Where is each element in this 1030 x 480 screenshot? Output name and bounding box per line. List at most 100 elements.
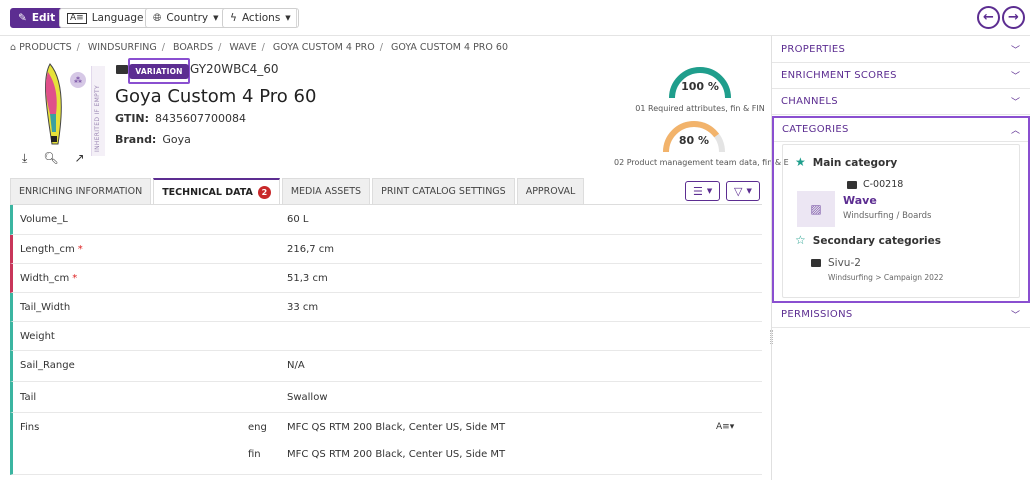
- variant-tree-icon[interactable]: ⁂: [70, 72, 86, 88]
- side-panel: PROPERTIES ﹀ ENRICHMENT SCORES ﹀ CHANNEL…: [772, 36, 1030, 480]
- table-row[interactable]: Sail_Range N/A: [10, 351, 762, 382]
- tab-approval[interactable]: APPROVAL: [516, 178, 585, 204]
- attribute-value[interactable]: 60 L: [287, 214, 308, 225]
- table-row[interactable]: Length_cm * 216,7 cm: [10, 235, 762, 264]
- language-code: fin: [248, 449, 261, 460]
- table-row[interactable]: Tail_Width 33 cm: [10, 293, 762, 322]
- enrichment-scores-section[interactable]: ENRICHMENT SCORES ﹀: [772, 63, 1030, 89]
- attribute-value[interactable]: MFC QS RTM 200 Black, Center US, Side MT: [287, 449, 505, 460]
- brand-label: Brand:: [115, 133, 157, 146]
- breadcrumb-item[interactable]: WINDSURFING: [88, 42, 157, 53]
- toolbar-divider: [296, 8, 297, 28]
- tab-count-badge: 2: [257, 185, 271, 199]
- score-management: 80 % 02 Product management team data, fi…: [614, 118, 789, 167]
- tab-media-assets[interactable]: MEDIA ASSETS: [281, 178, 371, 204]
- attribute-value[interactable]: 33 cm: [287, 302, 318, 313]
- attribute-name-text: Width_cm: [20, 273, 70, 284]
- tab-technical-data[interactable]: TECHNICAL DATA 2: [153, 178, 280, 204]
- chevron-down-icon: ﹀: [1010, 311, 1020, 321]
- country-label: Country: [166, 12, 209, 24]
- attribute-value[interactable]: 51,3 cm: [287, 273, 328, 284]
- required-marker: *: [72, 273, 78, 284]
- score-percent: 80 %: [678, 134, 710, 147]
- category-code-text: C-00218: [863, 179, 904, 190]
- attribute-value[interactable]: N/A: [287, 360, 305, 371]
- table-row[interactable]: Volume_L 60 L: [10, 205, 762, 235]
- secondary-category-label: Secondary categories: [812, 235, 941, 247]
- download-icon[interactable]: ⤓: [22, 151, 27, 166]
- category-code: C-00218: [847, 179, 903, 190]
- language-icon: A≡: [67, 12, 87, 24]
- main-category-label: Main category: [812, 157, 898, 169]
- inherited-strip: INHERITED IF EMPTY: [91, 66, 105, 156]
- zoom-icon[interactable]: 🔍︎: [43, 151, 58, 166]
- main-category-path: Windsurfing / Boards: [843, 211, 932, 221]
- attribute-name-text: Length_cm: [20, 244, 75, 255]
- main-category-heading: ★ Main category: [795, 155, 897, 169]
- breadcrumb-item[interactable]: BOARDS: [173, 42, 213, 53]
- caret-down-icon: ▼: [706, 187, 713, 195]
- page-title: Goya Custom 4 Pro 60: [115, 86, 317, 107]
- edit-button[interactable]: ✎ Edit: [10, 8, 64, 28]
- attribute-table: Volume_L 60 L Length_cm * 216,7 cm Width_…: [10, 205, 762, 475]
- secondary-category-name: Sivu-2: [828, 257, 861, 269]
- chevron-down-icon: ﹀: [1010, 98, 1020, 108]
- caret-down-icon: ▼: [285, 14, 291, 22]
- image-placeholder-icon: ▨: [797, 191, 835, 227]
- categories-header[interactable]: CATEGORIES ︿: [774, 118, 1028, 142]
- section-title: PROPERTIES: [781, 44, 846, 55]
- view-menu-button[interactable]: ☰ ▼: [685, 181, 721, 201]
- main-category-link[interactable]: Wave: [843, 194, 877, 207]
- channels-section[interactable]: CHANNELS ﹀: [772, 89, 1030, 115]
- properties-section[interactable]: PROPERTIES ﹀: [772, 37, 1030, 63]
- inherited-label: INHERITED IF EMPTY: [94, 85, 101, 152]
- tab-label: PRINT CATALOG SETTINGS: [381, 186, 506, 197]
- chevron-down-icon: ﹀: [1010, 72, 1020, 82]
- attribute-value[interactable]: Swallow: [287, 392, 328, 403]
- variation-badge: VARIATION: [129, 63, 189, 79]
- pencil-icon: ✎: [18, 12, 27, 24]
- tab-enriching-information[interactable]: ENRICHING INFORMATION: [10, 178, 152, 204]
- secondary-category-path: Windsurfing > Campaign 2022: [828, 273, 944, 282]
- table-row[interactable]: Weight: [10, 322, 762, 351]
- attribute-value[interactable]: MFC QS RTM 200 Black, Center US, Side MT: [287, 422, 505, 433]
- tab-print-catalog-settings[interactable]: PRINT CATALOG SETTINGS: [372, 178, 515, 204]
- breadcrumb-item[interactable]: PRODUCTS: [19, 42, 72, 53]
- tab-label: ENRICHING INFORMATION: [19, 186, 143, 197]
- variation-highlight: VARIATION: [128, 58, 190, 84]
- table-row[interactable]: Tail Swallow: [10, 382, 762, 413]
- permissions-section[interactable]: PERMISSIONS ﹀: [772, 302, 1030, 328]
- edit-label: Edit: [31, 12, 56, 24]
- table-row[interactable]: Fins eng MFC QS RTM 200 Black, Center US…: [10, 413, 762, 475]
- country-dropdown[interactable]: 🌐︎ Country ▼: [145, 8, 227, 28]
- actions-dropdown[interactable]: ϟ Actions ▼: [222, 8, 299, 28]
- breadcrumb: ⌂ PRODUCTS / WINDSURFING / BOARDS / WAVE / G…: [10, 42, 508, 53]
- globe-icon: 🌐︎: [153, 11, 162, 24]
- tab-label: APPROVAL: [525, 186, 576, 197]
- section-title: CATEGORIES: [782, 124, 849, 135]
- attribute-name: Sail_Range: [20, 360, 75, 371]
- breadcrumb-item[interactable]: WAVE: [229, 42, 256, 53]
- attribute-value[interactable]: 216,7 cm: [287, 244, 334, 255]
- secondary-category-item[interactable]: Sivu-2: [811, 257, 861, 269]
- score-gauge: 80 %: [660, 118, 728, 154]
- attribute-name: Fins: [20, 422, 40, 433]
- home-icon[interactable]: ⌂: [10, 42, 16, 53]
- breadcrumb-item[interactable]: GOYA CUSTOM 4 PRO 60: [391, 42, 508, 53]
- folder-icon: [116, 65, 128, 74]
- product-sku: GY20WBC4_60: [190, 62, 279, 76]
- filter-button[interactable]: ▽ ▼: [726, 181, 760, 201]
- arrow-left-circle-icon[interactable]: ←: [977, 6, 1000, 29]
- required-marker: *: [77, 244, 83, 255]
- brand-field: Brand: Goya: [115, 133, 191, 146]
- chevron-up-icon: ︿: [1010, 126, 1020, 136]
- translate-menu-icon[interactable]: A≡▾: [716, 422, 734, 432]
- language-label: Language: [91, 12, 144, 24]
- arrow-right-circle-icon[interactable]: →: [1002, 6, 1025, 29]
- table-row[interactable]: Width_cm * 51,3 cm: [10, 264, 762, 293]
- section-title: PERMISSIONS: [781, 309, 853, 320]
- tab-label: MEDIA ASSETS: [290, 186, 362, 197]
- breadcrumb-item[interactable]: GOYA CUSTOM 4 PRO: [273, 42, 375, 53]
- attribute-name: Width_cm *: [20, 273, 77, 284]
- external-link-icon[interactable]: ↗: [75, 151, 85, 166]
